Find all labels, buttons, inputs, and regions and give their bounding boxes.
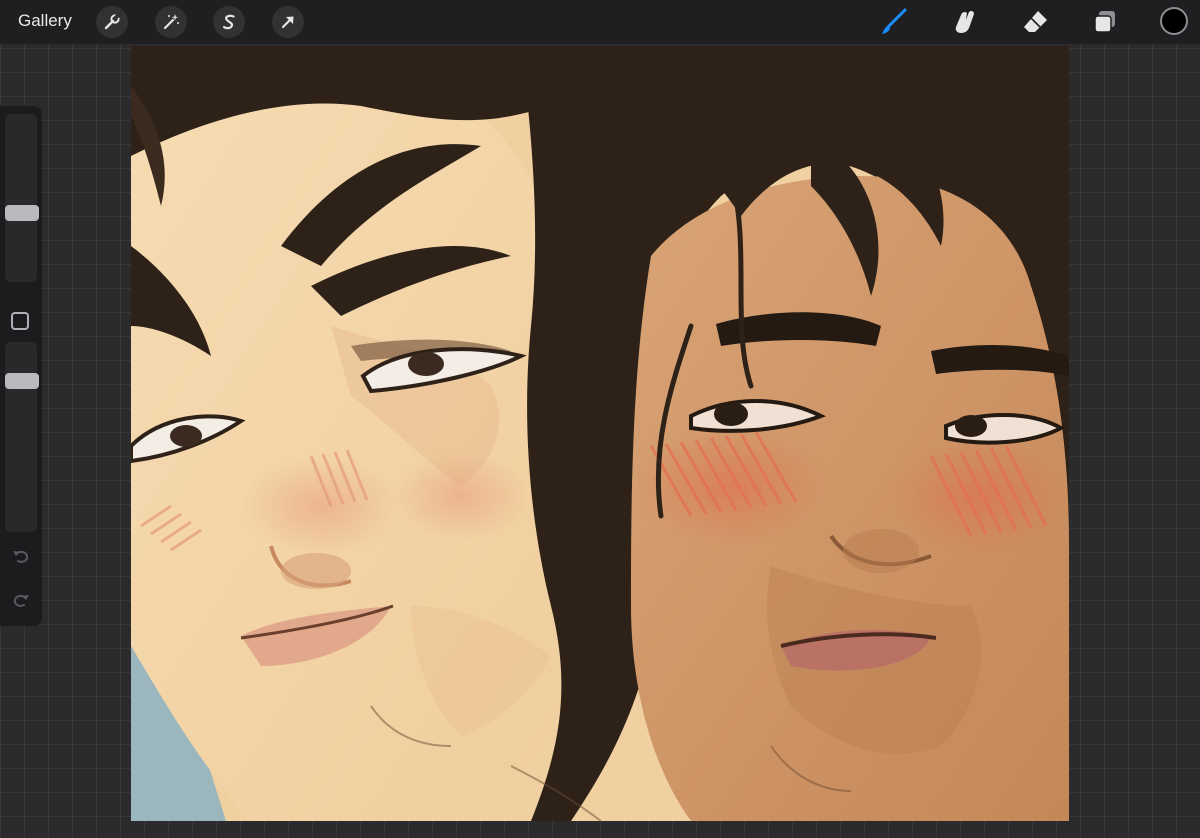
layers-icon bbox=[1094, 11, 1115, 33]
brush-size-thumb[interactable] bbox=[5, 205, 39, 222]
eraser-icon bbox=[1024, 11, 1047, 32]
selection-button[interactable] bbox=[213, 6, 245, 38]
eraser-tool[interactable] bbox=[1018, 5, 1052, 39]
wrench-icon bbox=[104, 13, 120, 30]
magic-wand-icon bbox=[163, 14, 179, 30]
brush-tool[interactable] bbox=[876, 5, 910, 39]
smudge-tool[interactable] bbox=[947, 5, 981, 39]
transform-arrow-icon bbox=[281, 16, 294, 29]
top-toolbar: Gallery bbox=[0, 0, 1200, 44]
layers-tool[interactable] bbox=[1088, 5, 1122, 39]
drawing-canvas[interactable] bbox=[131, 46, 1069, 821]
brush-size-slider[interactable] bbox=[5, 114, 37, 282]
left-sidebar bbox=[0, 106, 42, 626]
gallery-button[interactable]: Gallery bbox=[18, 11, 72, 31]
actions-button[interactable] bbox=[96, 6, 128, 38]
transform-button[interactable] bbox=[272, 6, 304, 38]
adjustments-button[interactable] bbox=[155, 6, 187, 38]
opacity-thumb[interactable] bbox=[5, 372, 39, 389]
redo-icon[interactable] bbox=[10, 590, 32, 612]
color-picker-button[interactable] bbox=[1160, 7, 1188, 35]
artwork bbox=[131, 46, 1069, 821]
opacity-slider[interactable] bbox=[5, 342, 37, 532]
modify-button[interactable] bbox=[11, 312, 29, 330]
selection-icon bbox=[222, 14, 235, 30]
brush-icon bbox=[882, 8, 907, 34]
smudge-icon bbox=[955, 10, 974, 33]
undo-icon[interactable] bbox=[10, 546, 32, 568]
